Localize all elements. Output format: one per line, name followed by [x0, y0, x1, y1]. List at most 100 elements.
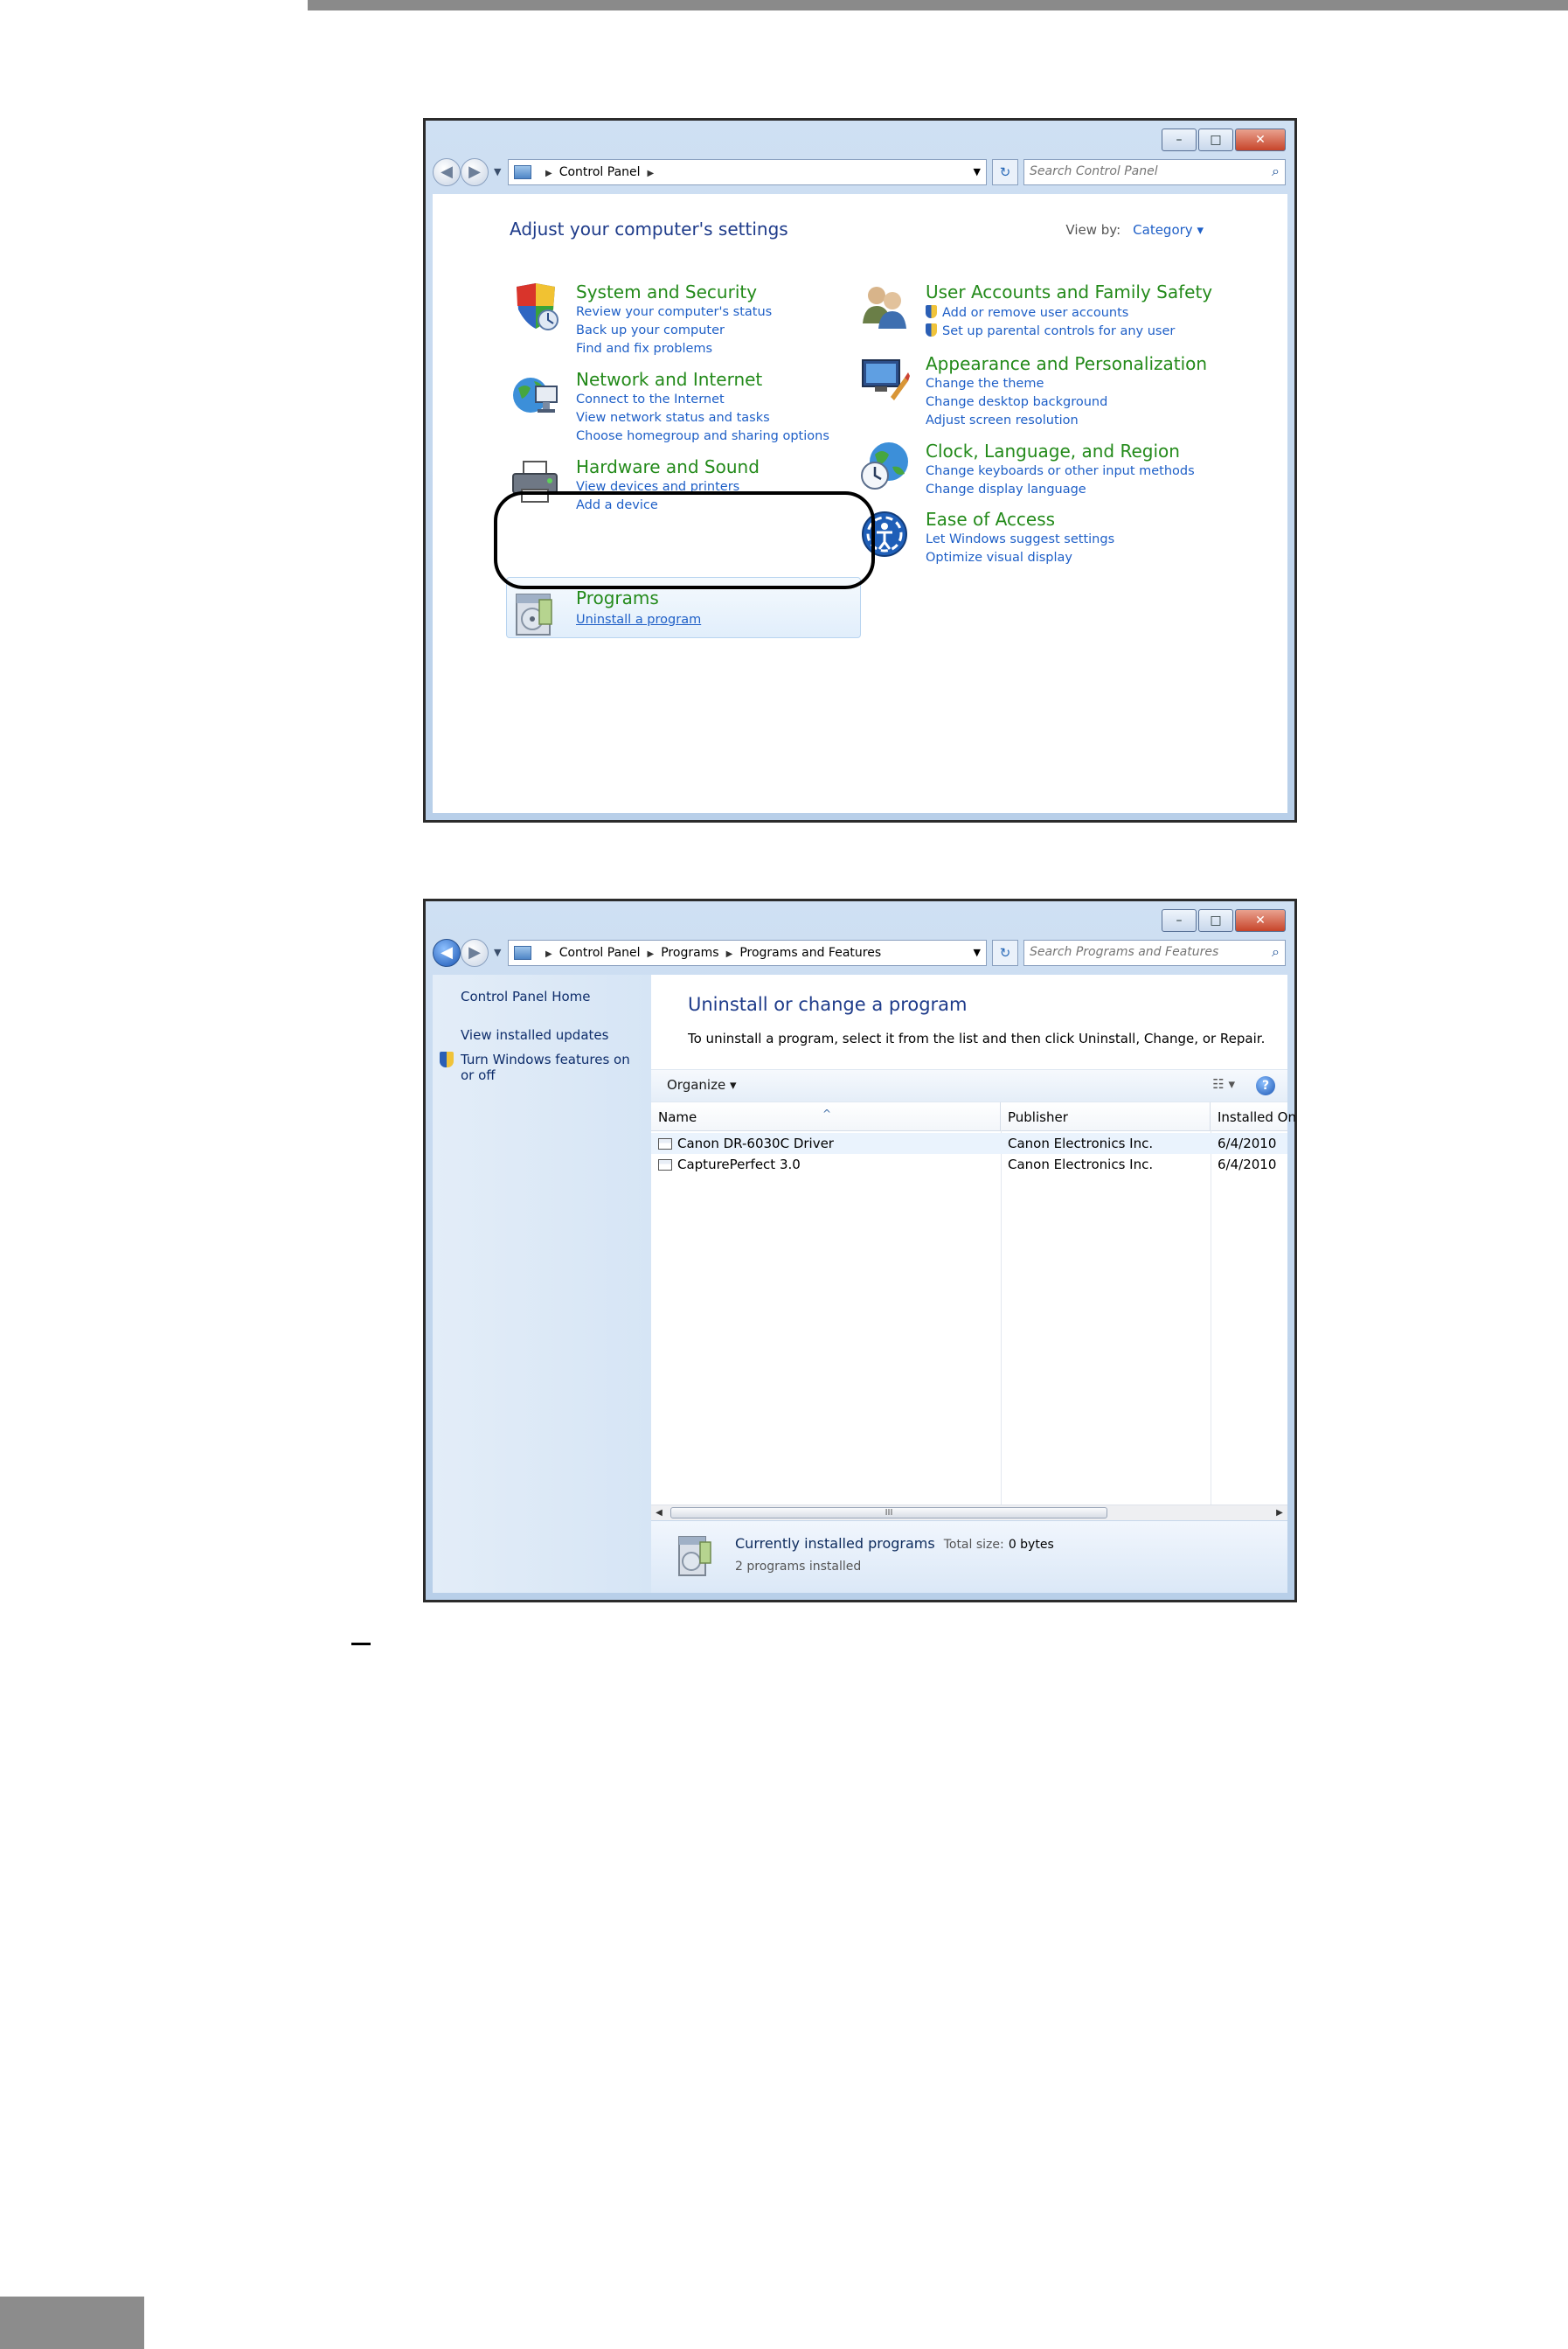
programs-features-window: – □ ✕ ◀ ▶ ▼ ▶ Control Panel ▶ Programs ▶ Prog… [423, 899, 1297, 1602]
monitor-brush-icon [862, 359, 910, 400]
chevron-right-icon[interactable]: ▶ [726, 949, 733, 959]
details-title: Currently installed programs Total size: … [735, 1535, 1054, 1552]
category-link[interactable]: View network status and tasks [576, 411, 770, 425]
recent-pages-dropdown-icon[interactable]: ▼ [494, 947, 501, 958]
category-link[interactable]: Change keyboards or other input methods [926, 464, 1195, 478]
program-name-cell: CapturePerfect 3.0 [658, 1154, 999, 1175]
scroll-left-icon[interactable]: ◀ [651, 1505, 667, 1521]
search-input[interactable] [1024, 941, 1264, 963]
chevron-right-icon[interactable]: ▶ [545, 949, 552, 959]
maximize-button[interactable]: □ [1198, 129, 1233, 151]
windows-features-link[interactable]: Turn Windows features on or off [461, 1052, 644, 1083]
table-row[interactable]: Canon DR-6030C Driver Canon Electronics … [651, 1133, 1287, 1154]
view-by-label: View by: [1065, 222, 1121, 238]
column-header-row: ^ Name Publisher Installed On [651, 1102, 1296, 1131]
chevron-right-icon[interactable]: ▶ [545, 169, 552, 178]
category-link[interactable]: Connect to the Internet [576, 393, 725, 407]
forward-button[interactable]: ▶ [461, 158, 489, 186]
window-controls: – □ ✕ [1162, 129, 1286, 151]
total-size-label: Total size: [943, 1538, 1004, 1552]
network-globe-icon [513, 378, 558, 413]
help-icon[interactable]: ? [1256, 1076, 1275, 1095]
breadcrumb-programs-features[interactable]: Programs and Features [739, 946, 881, 960]
details-pane: Currently installed programs Total size: … [651, 1520, 1287, 1593]
address-dropdown-icon[interactable]: ▼ [974, 941, 981, 965]
change-view-button[interactable]: ☷ ▾ [1212, 1076, 1235, 1092]
minimize-button[interactable]: – [1162, 909, 1197, 932]
column-divider [1001, 1130, 1002, 1507]
refresh-button[interactable]: ↻ [992, 940, 1018, 966]
category-title[interactable]: Appearance and Personalization [926, 353, 1207, 374]
category-link[interactable]: Adjust screen resolution [926, 414, 1079, 427]
category-title[interactable]: Clock, Language, and Region [926, 441, 1180, 462]
uninstall-program-link[interactable]: Uninstall a program [576, 613, 701, 627]
publisher-cell: Canon Electronics Inc. [1008, 1136, 1154, 1151]
column-header-name[interactable]: ^ Name [651, 1102, 1001, 1130]
category-link[interactable]: Change desktop background [926, 395, 1107, 409]
view-by-dropdown[interactable]: Category ▾ [1133, 222, 1204, 238]
total-size-value: 0 bytes [1008, 1538, 1054, 1552]
horizontal-scrollbar[interactable]: ◀ III ▶ [651, 1505, 1287, 1521]
category-title[interactable]: Ease of Access [926, 509, 1055, 530]
program-icon [658, 1159, 672, 1171]
task-sidebar: Control Panel Home View installed update… [433, 975, 651, 1593]
category-link[interactable]: Find and fix problems [576, 342, 712, 356]
close-button[interactable]: ✕ [1235, 129, 1286, 151]
address-dropdown-icon[interactable]: ▼ [974, 160, 981, 184]
category-link[interactable]: Let Windows suggest settings [926, 532, 1114, 546]
category-link[interactable]: Choose homegroup and sharing options [576, 429, 829, 443]
control-panel-home-link[interactable]: Control Panel Home [461, 989, 591, 1004]
category-link[interactable]: Change display language [926, 483, 1086, 497]
chevron-right-icon[interactable]: ▶ [648, 949, 655, 959]
recent-pages-dropdown-icon[interactable]: ▼ [494, 166, 501, 177]
program-list-pane: Uninstall or change a program To uninsta… [651, 975, 1296, 1593]
refresh-button[interactable]: ↻ [992, 159, 1018, 185]
table-row[interactable]: CapturePerfect 3.0 Canon Electronics Inc… [651, 1154, 1287, 1175]
category-link[interactable]: Optimize visual display [926, 551, 1072, 565]
uac-shield-icon [926, 305, 937, 318]
address-bar[interactable]: ▶ Control Panel ▶ Programs ▶ Programs and Fea… [508, 940, 987, 966]
search-box[interactable]: ⌕ [1023, 159, 1286, 185]
chevron-right-icon[interactable]: ▶ [648, 169, 655, 178]
control-panel-folder-icon [514, 165, 531, 179]
column-header-installed-on[interactable]: Installed On [1211, 1102, 1298, 1130]
search-icon[interactable]: ⌕ [1272, 163, 1280, 180]
breadcrumb-control-panel[interactable]: Control Panel [559, 165, 641, 179]
search-box[interactable]: ⌕ [1023, 940, 1286, 966]
forward-button[interactable]: ▶ [461, 939, 489, 967]
search-icon[interactable]: ⌕ [1272, 943, 1280, 961]
back-button[interactable]: ◀ [433, 158, 461, 186]
page-top-rule [308, 0, 1568, 10]
organize-button[interactable]: Organize ▾ [667, 1077, 737, 1093]
programs-features-content: Control Panel Home View installed update… [433, 975, 1296, 1593]
view-installed-updates-link[interactable]: View installed updates [461, 1027, 608, 1043]
program-icon [658, 1138, 672, 1150]
category-link[interactable]: Review your computer's status [576, 305, 772, 319]
clock-globe-icon [861, 442, 908, 490]
category-title[interactable]: System and Security [576, 281, 757, 302]
note-underline-mark [351, 1643, 371, 1645]
sort-ascending-icon: ^ [822, 1108, 832, 1120]
programs-count: 2 programs installed [735, 1560, 862, 1574]
category-title[interactable]: Programs [576, 587, 659, 608]
breadcrumb-control-panel[interactable]: Control Panel [559, 946, 641, 960]
category-title[interactable]: Hardware and Sound [576, 456, 760, 477]
category-title[interactable]: Network and Internet [576, 369, 762, 390]
category-link[interactable]: Back up your computer [576, 323, 725, 337]
category-link[interactable]: Add or remove user accounts [926, 305, 1128, 320]
scrollbar-thumb[interactable]: III [670, 1507, 1107, 1519]
column-header-publisher[interactable]: Publisher [1001, 1102, 1211, 1130]
maximize-button[interactable]: □ [1198, 909, 1233, 932]
back-button[interactable]: ◀ [433, 939, 461, 967]
scroll-right-icon[interactable]: ▶ [1272, 1505, 1287, 1521]
search-input[interactable] [1024, 160, 1264, 183]
minimize-button[interactable]: – [1162, 129, 1197, 151]
breadcrumb-programs[interactable]: Programs [661, 946, 718, 960]
category-link[interactable]: Set up parental controls for any user [926, 323, 1175, 338]
close-button[interactable]: ✕ [1235, 909, 1286, 932]
address-bar[interactable]: ▶ Control Panel ▶ ▼ [508, 159, 987, 185]
category-link[interactable]: Change the theme [926, 377, 1044, 391]
installed-on-cell: 6/4/2010 [1218, 1157, 1277, 1172]
category-title[interactable]: User Accounts and Family Safety [926, 281, 1212, 302]
programs-folder-icon [514, 946, 531, 960]
